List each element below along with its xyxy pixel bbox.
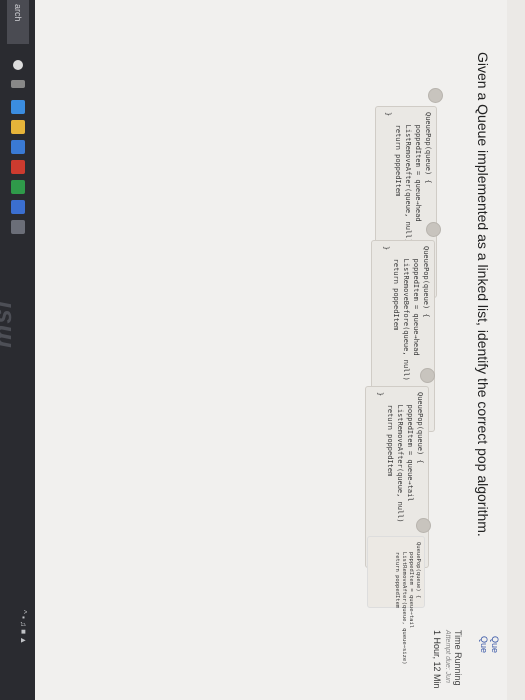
code-snippet: QueuePop(queue) { poppedItem = queue→tai… (376, 392, 424, 523)
task-view-icon[interactable] (11, 80, 25, 88)
top-bar (507, 0, 525, 700)
radio-button[interactable] (420, 368, 435, 383)
code-snippet: QueuePop(queue) { poppedItem = queue→hea… (384, 112, 432, 243)
edge-browser-icon[interactable] (11, 100, 25, 114)
store-icon[interactable] (11, 140, 25, 154)
question-link-2[interactable]: Que (479, 636, 489, 700)
file-explorer-icon[interactable] (11, 120, 25, 134)
brand-logo: msi (0, 300, 17, 348)
screen: Que Que Time Running Attempt due: Jun 1 … (0, 0, 525, 700)
app-icon[interactable] (11, 180, 25, 194)
question-link-1[interactable]: Que (490, 636, 500, 700)
question-text: Given a Queue implemented as a linked li… (475, 52, 491, 537)
attempt-due: Attempt due: Jun (444, 630, 451, 683)
taskbar (0, 0, 35, 700)
app-icon-2[interactable] (11, 200, 25, 214)
mail-icon[interactable] (11, 160, 25, 174)
radio-button[interactable] (416, 518, 431, 533)
radio-button[interactable] (426, 222, 441, 237)
app-icon-3[interactable] (11, 220, 25, 234)
side-panel: Que Que Time Running Attempt due: Jun 1 … (432, 622, 501, 700)
search-input[interactable]: arch (7, 0, 29, 44)
system-tray: ^ ▪ ♫ ■ ▲ (19, 610, 28, 645)
code-snippet: QueuePop(queue) { poppedItem = queue→tai… (394, 542, 421, 665)
radio-button[interactable] (428, 88, 443, 103)
start-circle-icon[interactable] (13, 60, 23, 70)
timer-title: Time Running (453, 630, 463, 686)
code-snippet: QueuePop(queue) { poppedItem = queue→hea… (382, 246, 430, 381)
timer-value: 1 Hour, 12 Min (432, 630, 442, 689)
